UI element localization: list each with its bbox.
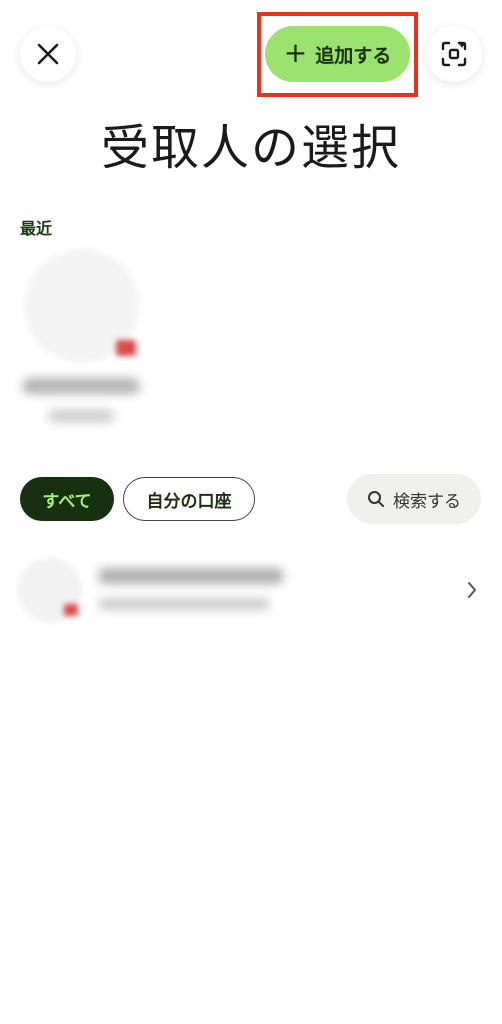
recipient-bank-badge [64,604,78,616]
filter-own-account-chip[interactable]: 自分の口座 [123,477,255,521]
plus-icon: + [283,36,308,69]
recent-contact-bank-badge [116,340,136,356]
search-button[interactable]: 検索する [347,474,481,524]
close-button[interactable] [20,26,76,82]
recipient-name-redacted [98,568,284,584]
filter-all-chip[interactable]: すべて [20,477,114,521]
recipient-account-redacted [98,598,270,610]
search-button-label: 検索する [393,491,461,512]
recent-section-label: 最近 [20,219,53,238]
add-recipient-button[interactable]: + 追加する [265,26,410,82]
recipient-list-item[interactable] [18,556,484,626]
recipient-select-screen: + 追加する 受取人の選択 最近 すべて 自分の口座 検索する [0,0,502,1024]
recent-contact-name-redacted [22,378,140,394]
search-icon [368,491,384,507]
close-icon [37,43,59,65]
add-button-label: 追加する [315,44,392,67]
recent-contact[interactable] [18,250,142,430]
scan-icon [441,41,467,67]
page-title: 受取人の選択 [100,120,401,176]
chevron-right-icon [464,580,480,600]
recent-contact-sub-redacted [48,410,114,422]
scan-button[interactable] [426,26,482,82]
